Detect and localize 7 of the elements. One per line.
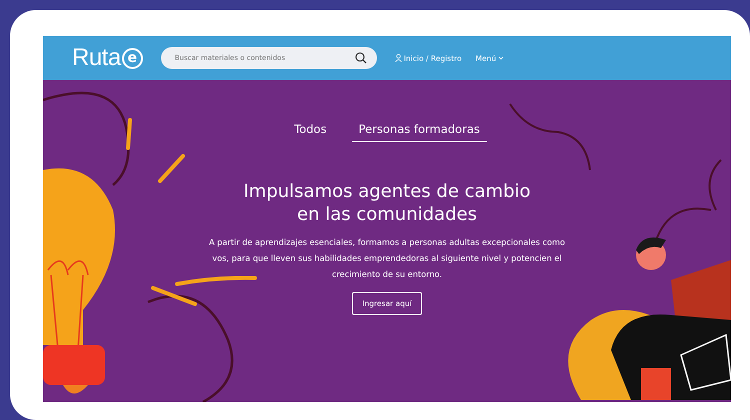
hero-headline: Impulsamos agentes de cambio en las comunidades bbox=[243, 180, 531, 226]
user-icon bbox=[394, 54, 402, 62]
category-tab[interactable]: Personas formadoras bbox=[352, 122, 487, 142]
search-icon[interactable] bbox=[354, 52, 367, 64]
chevron-down-icon bbox=[498, 56, 504, 60]
hero-description: A partir de aprendizajes esenciales, formamos a personas adultas excepcionales como vos, para que lleven sus habilidades emprendedoras al siguiente nivel y potencien el crecimiento de su entorno. bbox=[208, 236, 566, 281]
category-tab[interactable]: Todos bbox=[287, 122, 334, 142]
